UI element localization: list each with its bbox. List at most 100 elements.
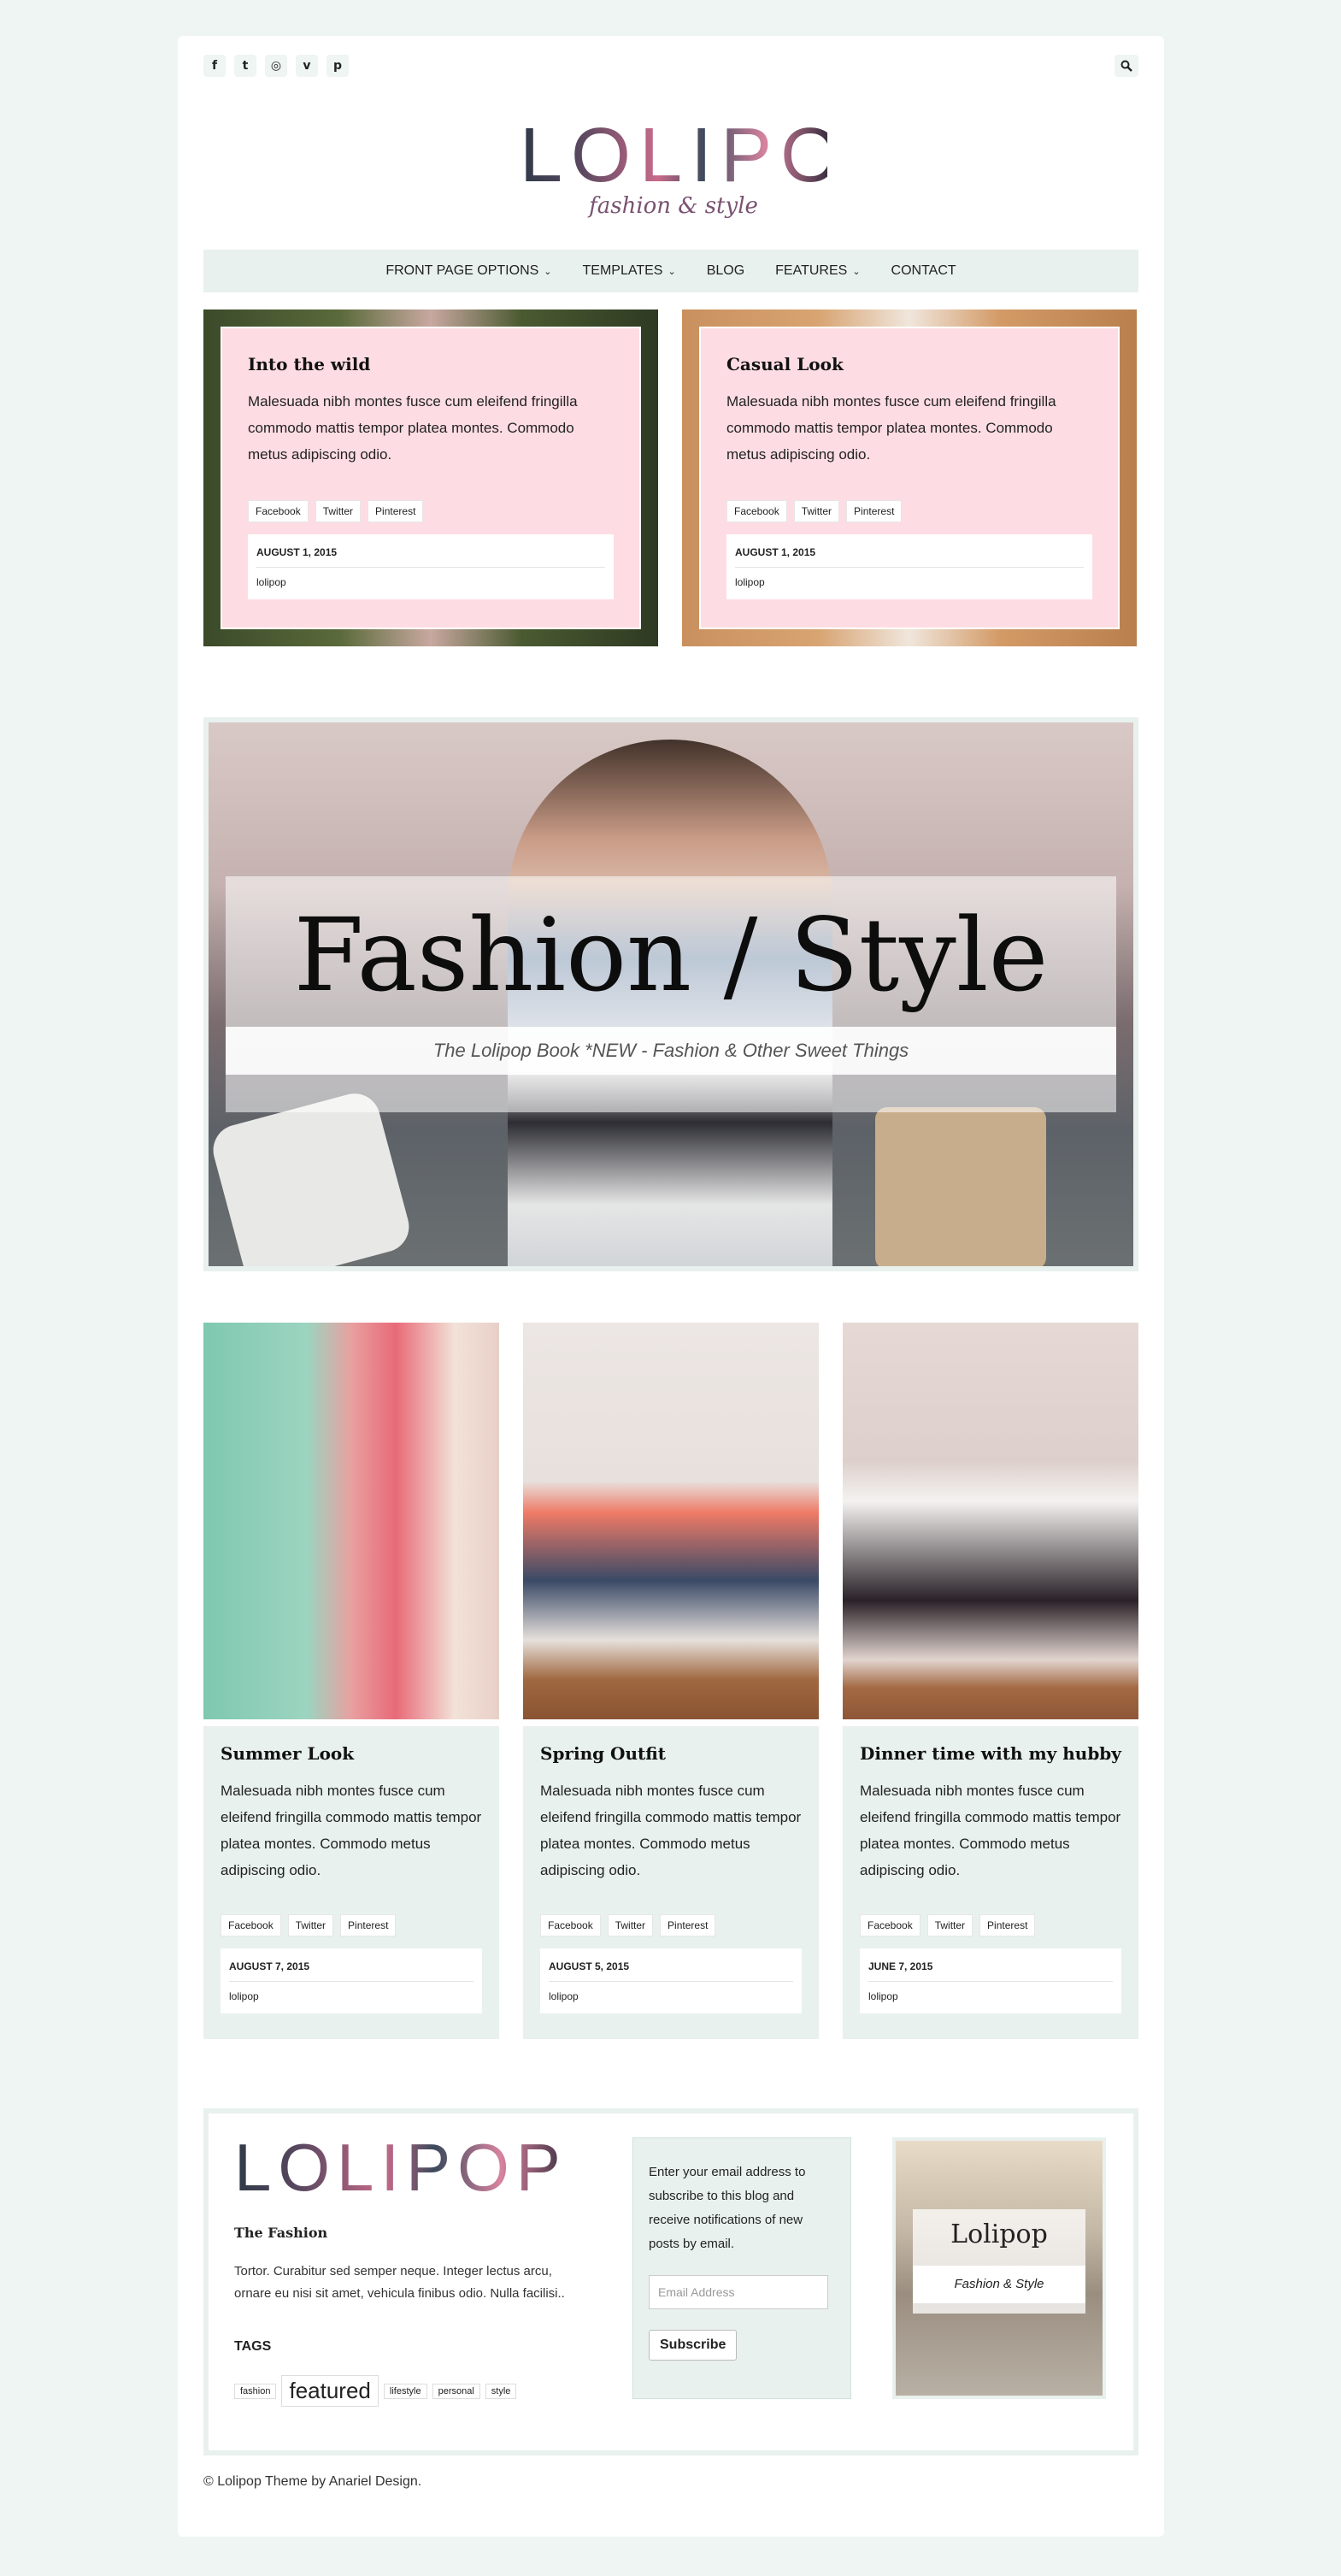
post-body: Dinner time with my hubby Malesuada nibh… [843, 1726, 1138, 2039]
share-pinterest-button[interactable]: Pinterest [660, 1914, 716, 1936]
footer-image-widget[interactable]: Lolipop Fashion & Style [892, 2137, 1106, 2399]
post-title[interactable]: Casual Look [726, 354, 1092, 374]
post-image[interactable] [523, 1323, 819, 1719]
share-twitter-button[interactable]: Twitter [607, 1914, 654, 1936]
share-twitter-button[interactable]: Twitter [315, 500, 362, 522]
subscribe-description: Enter your email address to subscribe to… [649, 2165, 806, 2251]
share-facebook-button[interactable]: Facebook [221, 1914, 281, 1936]
nav-features[interactable]: FEATURES ⌄ [775, 263, 860, 279]
share-facebook-button[interactable]: Facebook [860, 1914, 920, 1936]
facebook-icon[interactable]: f [203, 55, 226, 77]
share-pinterest-button[interactable]: Pinterest [340, 1914, 397, 1936]
share-facebook-button[interactable]: Facebook [540, 1914, 601, 1936]
post-date[interactable]: AUGUST 1, 2015 [256, 543, 605, 568]
share-pinterest-button[interactable]: Pinterest [368, 500, 424, 522]
nav-label: BLOG [706, 263, 745, 278]
post-image[interactable] [843, 1323, 1138, 1719]
tag-link[interactable]: fashion [234, 2383, 277, 2399]
search-button[interactable] [1115, 55, 1138, 77]
post-date[interactable]: AUGUST 5, 2015 [549, 1957, 793, 1982]
nav-contact[interactable]: CONTACT [891, 263, 956, 279]
footer-widgets: LOLIPOP The Fashion Tortor. Curabitur se… [203, 2108, 1138, 2455]
social-links: f t ◎ v p [203, 55, 349, 77]
nav-templates[interactable]: TEMPLATES ⌄ [583, 263, 676, 279]
share-buttons: Facebook Twitter Pinterest [248, 500, 614, 522]
post-excerpt: Malesuada nibh montes fusce cum eleifend… [221, 1783, 482, 1878]
pinterest-icon[interactable]: p [326, 55, 349, 77]
footer-logo: LOLIPOP [234, 2130, 568, 2205]
footer-heading: The Fashion [234, 2225, 328, 2241]
post-card[interactable]: Dinner time with my hubby Malesuada nibh… [843, 1323, 1138, 2039]
subscribe-button[interactable]: Subscribe [649, 2330, 738, 2361]
tag-link[interactable]: featured [281, 2375, 379, 2407]
chevron-down-icon: ⌄ [852, 266, 861, 277]
tag-cloud: fashion featured lifestyle personal styl… [234, 2375, 517, 2407]
tags-title: TAGS [234, 2339, 272, 2354]
share-twitter-button[interactable]: Twitter [926, 1914, 973, 1936]
post-excerpt: Malesuada nibh montes fusce cum eleifend… [860, 1783, 1121, 1878]
post-card: Into the wild Malesuada nibh montes fusc… [221, 327, 641, 629]
vimeo-icon[interactable]: v [296, 55, 318, 77]
twitter-icon[interactable]: t [234, 55, 256, 77]
share-facebook-button[interactable]: Facebook [726, 500, 787, 522]
page-container: f t ◎ v p LOLIPOP fashion & style FRONT … [178, 36, 1164, 2537]
nav-label: FEATURES [775, 263, 848, 278]
tag-link[interactable]: style [485, 2383, 517, 2399]
search-icon [1120, 60, 1132, 72]
share-buttons: Facebook Twitter Pinterest [726, 500, 1092, 522]
chevron-down-icon: ⌄ [668, 266, 676, 277]
post-title[interactable]: Spring Outfit [540, 1743, 802, 1764]
hero-title: Fashion / Style [293, 896, 1049, 1014]
tag-link[interactable]: personal [432, 2383, 480, 2399]
share-pinterest-button[interactable]: Pinterest [846, 500, 903, 522]
post-card[interactable]: Spring Outfit Malesuada nibh montes fusc… [523, 1323, 819, 2039]
share-twitter-button[interactable]: Twitter [793, 500, 840, 522]
main-navigation: FRONT PAGE OPTIONS ⌄ TEMPLATES ⌄ BLOG FEAT… [203, 250, 1138, 292]
share-facebook-button[interactable]: Facebook [248, 500, 309, 522]
post-author[interactable]: lolipop [229, 1982, 473, 2002]
chevron-down-icon: ⌄ [544, 266, 552, 277]
hero-image-bag [875, 1107, 1046, 1266]
post-date[interactable]: AUGUST 1, 2015 [735, 543, 1084, 568]
post-card: Casual Look Malesuada nibh montes fusce … [699, 327, 1120, 629]
post-title[interactable]: Dinner time with my hubby [860, 1743, 1121, 1764]
hero-banner[interactable]: Fashion / Style The Lolipop Book *NEW - … [203, 717, 1138, 1271]
share-pinterest-button[interactable]: Pinterest [979, 1914, 1036, 1936]
nav-blog[interactable]: BLOG [707, 263, 744, 279]
post-author[interactable]: lolipop [868, 1982, 1113, 2002]
post-card[interactable]: Summer Look Malesuada nibh montes fusce … [203, 1323, 499, 2039]
post-meta: AUGUST 1, 2015 lolipop [726, 534, 1092, 599]
tag-link[interactable]: lifestyle [383, 2383, 427, 2399]
post-meta: AUGUST 1, 2015 lolipop [248, 534, 614, 599]
nav-label: FRONT PAGE OPTIONS [385, 263, 539, 278]
nav-label: CONTACT [891, 263, 956, 278]
nav-label: TEMPLATES [582, 263, 663, 278]
post-title[interactable]: Into the wild [248, 354, 614, 374]
post-excerpt: Malesuada nibh montes fusce cum eleifend… [248, 393, 578, 463]
post-date[interactable]: JUNE 7, 2015 [868, 1957, 1113, 1982]
post-author[interactable]: lolipop [549, 1982, 793, 2002]
post-author[interactable]: lolipop [256, 568, 605, 588]
post-excerpt: Malesuada nibh montes fusce cum eleifend… [540, 1783, 802, 1878]
post-title[interactable]: Summer Look [221, 1743, 482, 1764]
footer-text: Tortor. Curabitur sed semper neque. Inte… [234, 2264, 565, 2301]
post-body: Summer Look Malesuada nibh montes fusce … [203, 1726, 499, 2039]
featured-post[interactable]: Casual Look Malesuada nibh montes fusce … [682, 309, 1137, 646]
nav-front-page-options[interactable]: FRONT PAGE OPTIONS ⌄ [385, 263, 551, 279]
footer-image-subtitle: Fashion & Style [913, 2266, 1085, 2303]
post-image[interactable] [203, 1323, 499, 1719]
share-buttons: Facebook Twitter Pinterest [540, 1914, 802, 1936]
post-meta: AUGUST 5, 2015 lolipop [540, 1948, 802, 2013]
logo-word: LOLIPOP [520, 113, 909, 198]
post-excerpt: Malesuada nibh montes fusce cum eleifend… [726, 393, 1056, 463]
footer-image-title: Lolipop [950, 2219, 1048, 2249]
share-twitter-button[interactable]: Twitter [287, 1914, 334, 1936]
hero-subtitle: The Lolipop Book *NEW - Fashion & Other … [226, 1027, 1116, 1075]
post-author[interactable]: lolipop [735, 568, 1084, 588]
post-date[interactable]: AUGUST 7, 2015 [229, 1957, 473, 1982]
instagram-icon[interactable]: ◎ [265, 55, 287, 77]
featured-post[interactable]: Into the wild Malesuada nibh montes fusc… [203, 309, 658, 646]
site-logo[interactable]: LOLIPOP fashion & style [520, 113, 909, 224]
share-buttons: Facebook Twitter Pinterest [221, 1914, 482, 1936]
email-field[interactable]: Email Address [649, 2275, 828, 2309]
